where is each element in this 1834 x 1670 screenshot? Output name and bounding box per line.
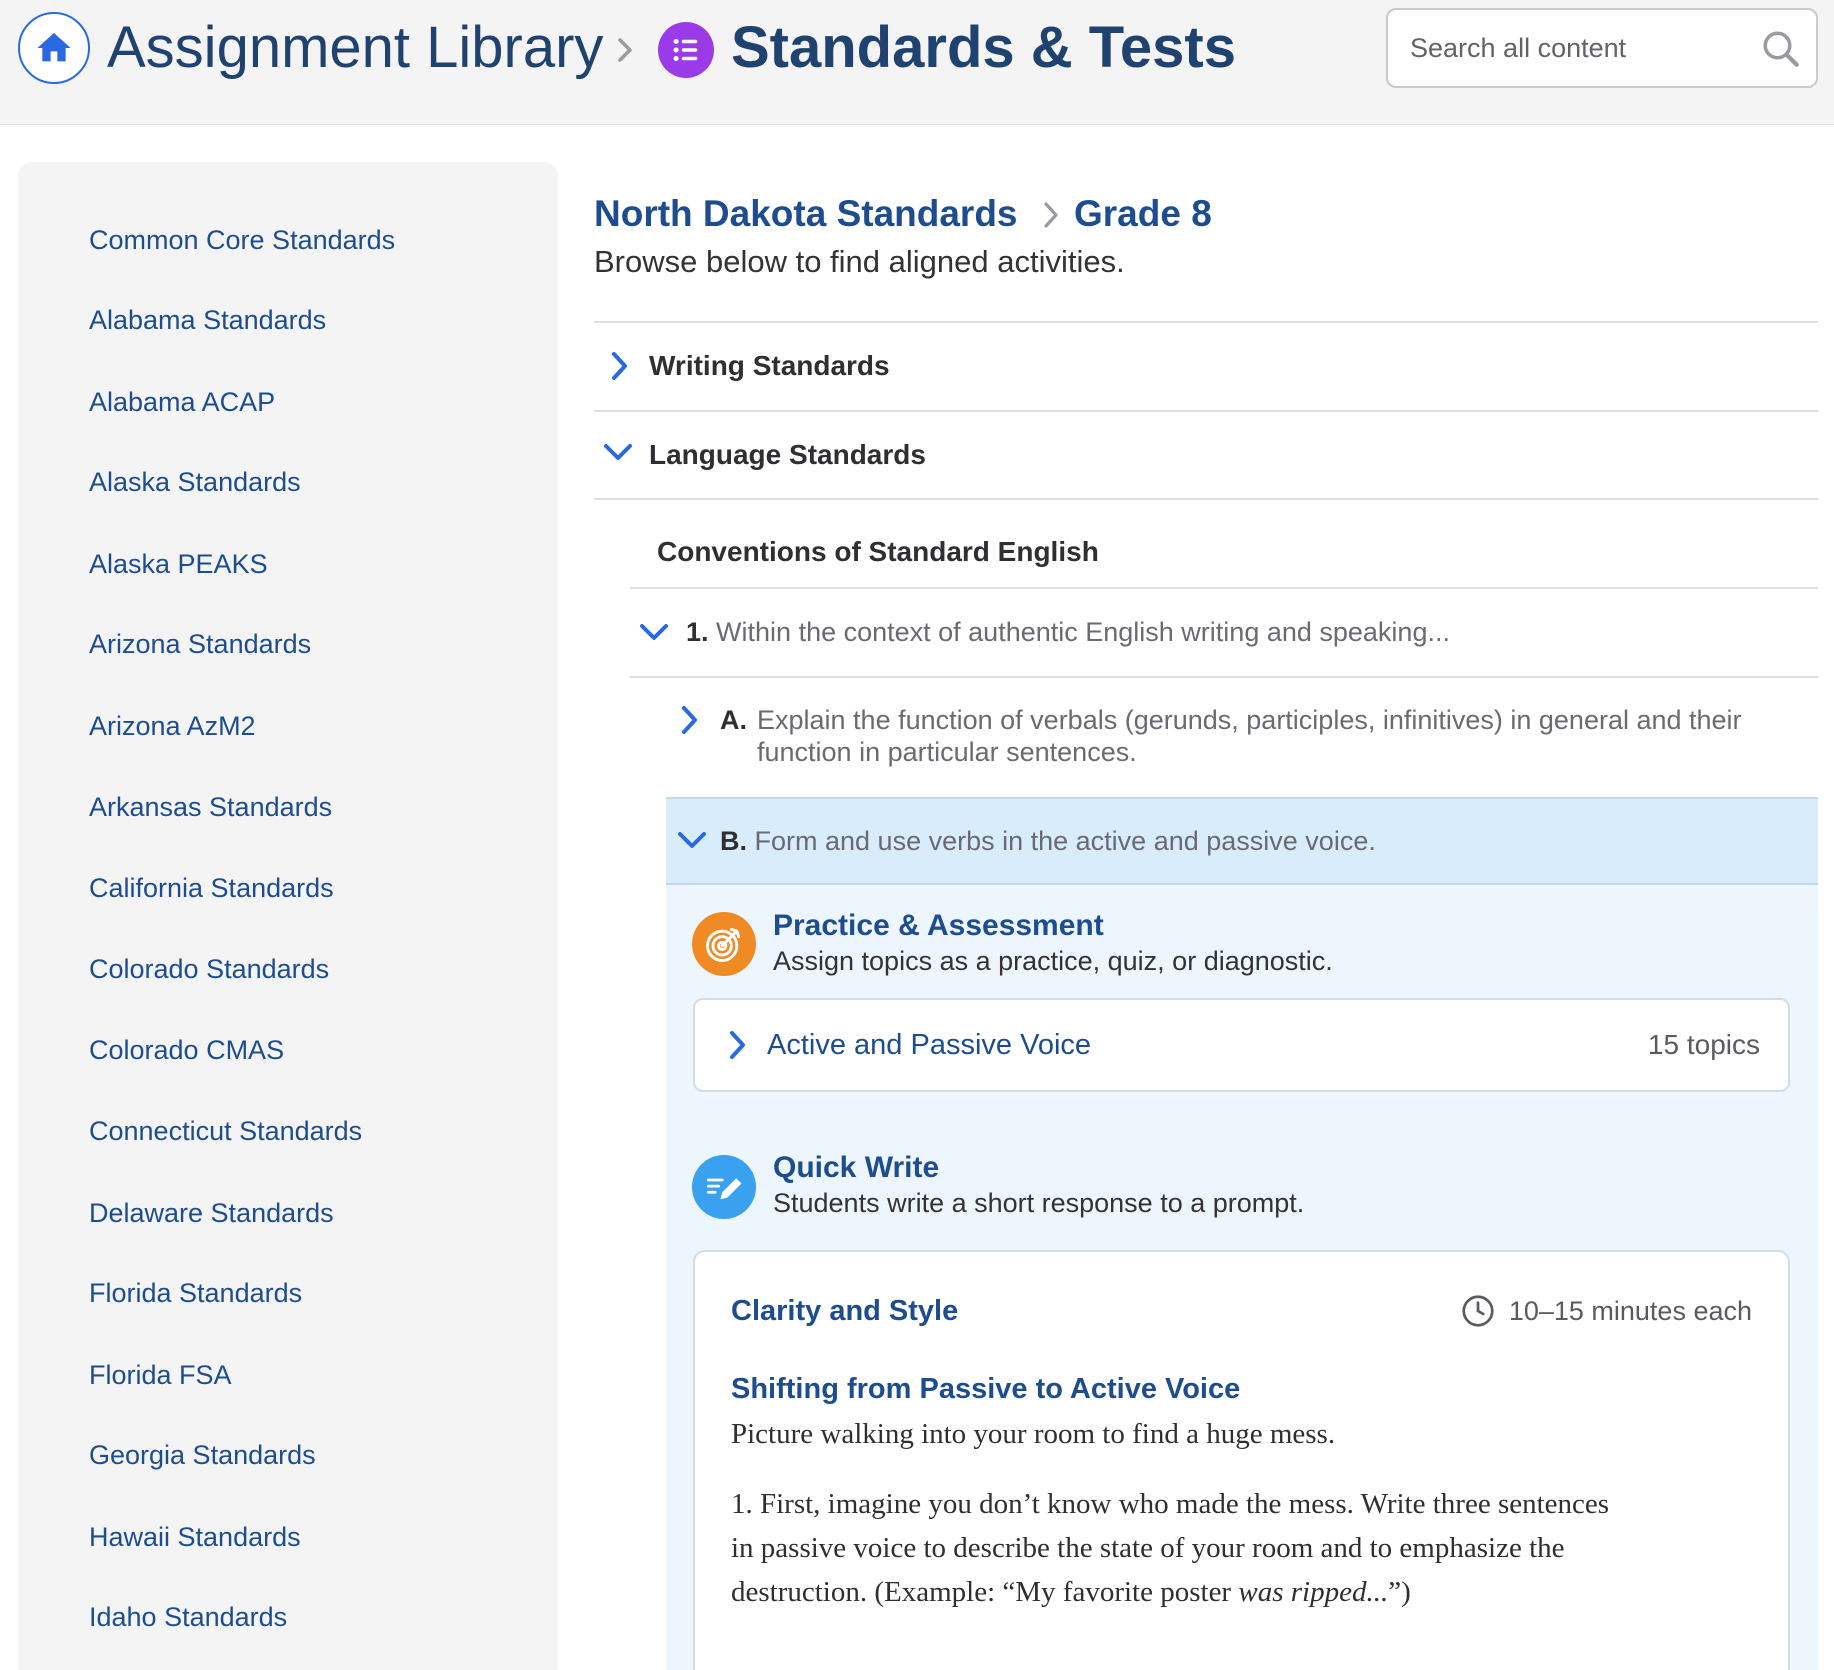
prompt-title[interactable]: Shifting from Passive to Active Voice (731, 1370, 1240, 1408)
practice-badge (692, 912, 756, 976)
top-bar: Assignment Library Standards & Tests (0, 0, 1834, 125)
divider (594, 410, 1818, 412)
search-box (1386, 8, 1818, 88)
chevron-right-icon (730, 1031, 745, 1059)
standard-item-text: Form and use verbs in the active and pas… (754, 826, 1376, 856)
sidebar-item-california[interactable]: California Standards (89, 868, 334, 908)
chevron-right-icon[interactable] (676, 702, 704, 738)
sidebar-item-alabama-acap[interactable]: Alabama ACAP (89, 382, 275, 422)
standards-badge (658, 22, 714, 78)
chevron-down-icon[interactable] (636, 618, 672, 646)
prompt-intro: Picture walking into your room to find a… (731, 1418, 1336, 1450)
page-title: Standards & Tests (731, 15, 1236, 80)
chevron-down-icon[interactable] (600, 438, 636, 466)
home-icon (37, 33, 71, 62)
assignment-library-link[interactable]: Assignment Library (107, 12, 603, 84)
divider (630, 676, 1818, 678)
target-icon (706, 927, 741, 962)
standard-item-1[interactable]: 1. Within the context of authentic Engli… (686, 616, 1450, 648)
quick-write-card[interactable]: Clarity and Style 10–15 minutes each Shi… (693, 1250, 1790, 1670)
section-language-standards[interactable]: Language Standards (649, 435, 926, 475)
section-writing-standards[interactable]: Writing Standards (649, 346, 890, 386)
chevron-right-icon (1044, 202, 1058, 228)
list-icon (673, 38, 698, 62)
pencil-icon (706, 1178, 742, 1200)
standard-item-number: B. (720, 826, 747, 856)
sidebar-item-arizona[interactable]: Arizona Standards (89, 624, 311, 664)
sidebar-item-common-core[interactable]: Common Core Standards (89, 220, 395, 260)
standard-item-b[interactable]: B. Form and use verbs in the active and … (720, 825, 1376, 857)
breadcrumb-grade: Grade 8 (1074, 193, 1212, 234)
sidebar-item-alabama[interactable]: Alabama Standards (89, 300, 326, 340)
subsection-conventions: Conventions of Standard English (657, 536, 1099, 567)
quick-write-badge (692, 1155, 756, 1219)
prompt-body-italic: was ripped... (1238, 1576, 1389, 1608)
chevron-down-icon[interactable] (674, 826, 710, 854)
standard-item-number: 1. (686, 617, 709, 647)
home-button[interactable] (18, 12, 90, 84)
topic-count: 15 topics (1647, 1029, 1760, 1060)
quick-write-category: Clarity and Style (731, 1295, 959, 1327)
standards-sidebar: Common Core Standards Alabama Standards … (18, 162, 558, 1670)
practice-assessment-title: Practice & Assessment (773, 909, 1104, 942)
breadcrumb-standard[interactable]: North Dakota Standards (594, 190, 1018, 238)
clock-icon (1462, 1295, 1494, 1327)
prompt-body: 1. First, imagine you don’t know who mad… (731, 1482, 1631, 1614)
divider (630, 587, 1818, 589)
quick-write-duration: 10–15 minutes each (1508, 1296, 1752, 1326)
standard-item-a[interactable]: A. Explain the function of verbals (geru… (720, 704, 1810, 768)
quick-write-desc: Students write a short response to a pro… (773, 1188, 1305, 1218)
sidebar-item-arizona-azm2[interactable]: Arizona AzM2 (89, 706, 256, 746)
sidebar-item-idaho[interactable]: Idaho Standards (89, 1597, 287, 1637)
sidebar-item-delaware[interactable]: Delaware Standards (89, 1193, 334, 1233)
sidebar-item-florida-fsa[interactable]: Florida FSA (89, 1355, 232, 1395)
sidebar-item-alaska[interactable]: Alaska Standards (89, 462, 301, 502)
chevron-right-icon (618, 38, 632, 62)
sidebar-item-hawaii[interactable]: Hawaii Standards (89, 1517, 301, 1557)
topic-card-active-passive[interactable]: Active and Passive Voice 15 topics (693, 998, 1790, 1092)
sidebar-item-arkansas[interactable]: Arkansas Standards (89, 787, 332, 827)
chevron-right-icon[interactable] (606, 348, 634, 384)
search-icon[interactable] (1760, 28, 1802, 70)
search-input[interactable] (1410, 28, 1740, 68)
page-subtitle: Browse below to find aligned activities. (594, 244, 1125, 279)
quick-write-title: Quick Write (773, 1151, 940, 1184)
topic-title: Active and Passive Voice (767, 1029, 1092, 1061)
standard-item-text: Within the context of authentic English … (716, 617, 1450, 647)
prompt-body-end: ”) (1388, 1576, 1411, 1608)
sidebar-item-colorado[interactable]: Colorado Standards (89, 949, 329, 989)
standard-item-text: Explain the function of verbals (gerunds… (757, 705, 1742, 767)
sidebar-item-connecticut[interactable]: Connecticut Standards (89, 1111, 362, 1151)
divider (594, 321, 1818, 323)
practice-assessment-desc: Assign topics as a practice, quiz, or di… (773, 946, 1333, 976)
sidebar-item-colorado-cmas[interactable]: Colorado CMAS (89, 1030, 284, 1070)
sidebar-item-florida[interactable]: Florida Standards (89, 1273, 302, 1313)
sidebar-item-georgia[interactable]: Georgia Standards (89, 1435, 316, 1475)
prompt-body-text: 1. First, imagine you don’t know who mad… (731, 1488, 1610, 1608)
standard-item-number: A. (720, 705, 747, 735)
sidebar-item-alaska-peaks[interactable]: Alaska PEAKS (89, 544, 268, 584)
divider (594, 498, 1818, 500)
